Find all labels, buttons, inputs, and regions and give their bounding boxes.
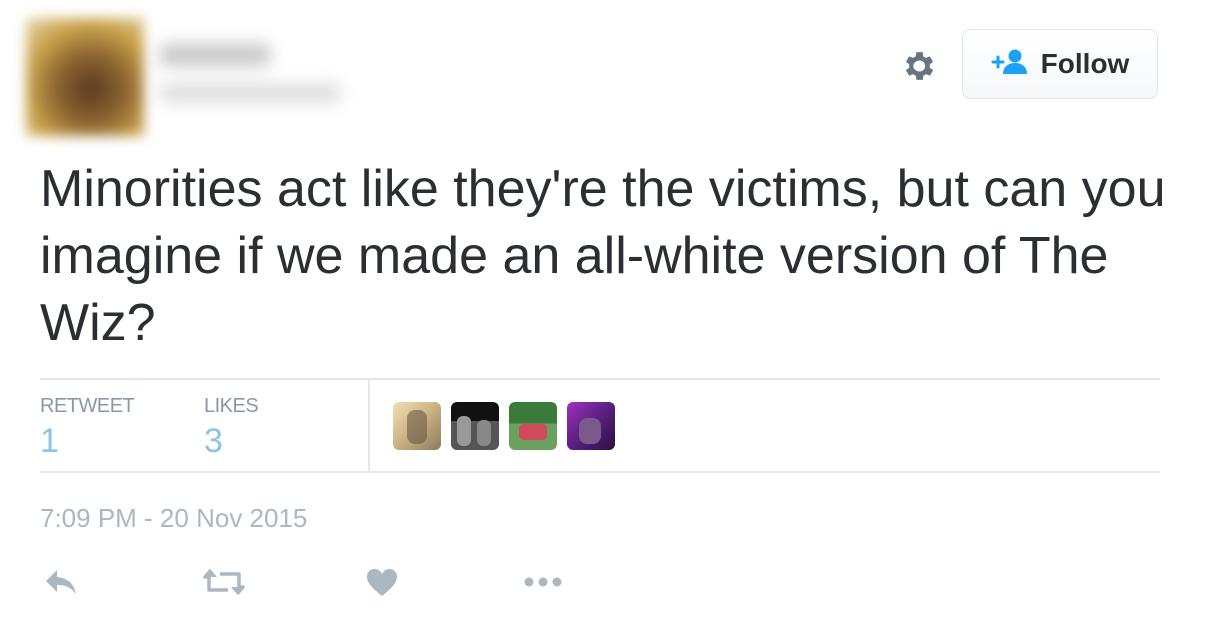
more-icon[interactable]: [518, 562, 568, 602]
stats-top-divider: [40, 378, 1160, 380]
liker-avatar[interactable]: [567, 402, 615, 450]
reply-icon[interactable]: [36, 562, 86, 602]
avatar[interactable]: [26, 18, 144, 136]
tweet-timestamp[interactable]: 7:09 PM - 20 Nov 2015: [40, 503, 307, 534]
follow-button[interactable]: Follow: [962, 29, 1158, 99]
follow-label: Follow: [1040, 48, 1130, 79]
stats-bottom-divider: [40, 471, 1160, 473]
likes-count[interactable]: 3: [204, 422, 223, 461]
gear-icon[interactable]: [896, 44, 940, 88]
like-icon[interactable]: [357, 562, 407, 602]
tweet-text: Minorities act like they're the victims,…: [40, 160, 1166, 352]
retweet-count[interactable]: 1: [40, 422, 59, 461]
liker-avatar[interactable]: [393, 402, 441, 450]
liker-avatar[interactable]: [451, 402, 499, 450]
retweet-icon[interactable]: [199, 562, 249, 602]
likes-label: LIKES: [204, 395, 259, 417]
user-name-blurred[interactable]: [160, 38, 360, 128]
follow-person-icon: [991, 48, 1029, 81]
liker-avatar[interactable]: [509, 402, 557, 450]
stats-vertical-divider: [368, 380, 370, 472]
retweet-label: RETWEET: [40, 395, 135, 417]
